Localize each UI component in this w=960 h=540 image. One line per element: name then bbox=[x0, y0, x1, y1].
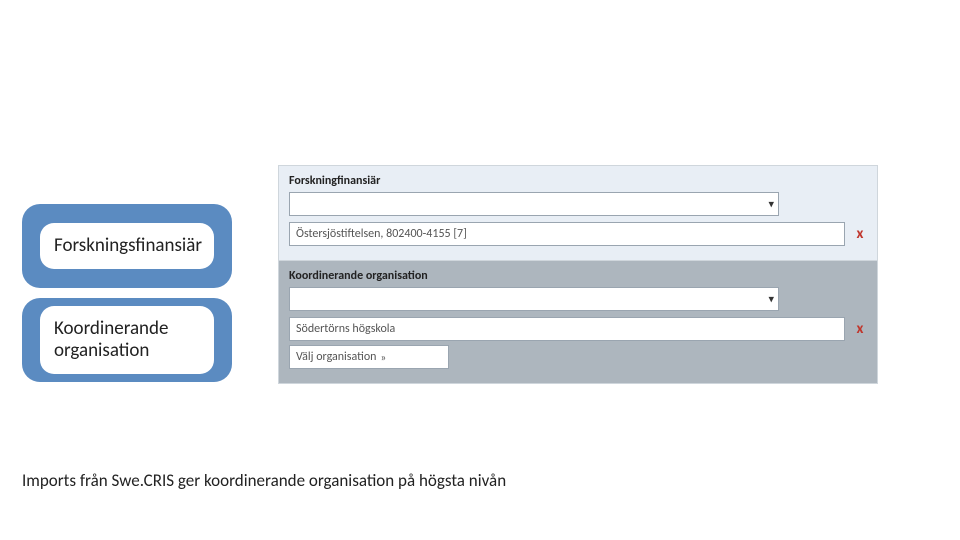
coord-panel-label: Koordinerande organisation bbox=[289, 269, 867, 283]
chevron-down-icon: ▾ bbox=[768, 198, 774, 211]
footer-note: Imports från Swe.CRIS ger koordinerande … bbox=[22, 470, 506, 491]
coord-panel: Koordinerande organisation ▾ Södertörns … bbox=[279, 261, 877, 383]
arrow-right-icon: » bbox=[380, 351, 386, 364]
callout-coord: Koordinerande organisation bbox=[22, 298, 232, 382]
coord-select[interactable]: ▾ bbox=[289, 287, 779, 311]
coord-entry-text: Södertörns högskola bbox=[296, 322, 395, 336]
funder-panel-label: Forskningfinansiär bbox=[289, 174, 867, 188]
funder-delete-button[interactable]: x bbox=[853, 225, 867, 243]
form-area: Forskningfinansiär ▾ Östersjöstiftelsen,… bbox=[278, 165, 878, 384]
coord-picker-row: Välj organisation » bbox=[289, 345, 867, 369]
funder-panel: Forskningfinansiär ▾ Östersjöstiftelsen,… bbox=[279, 166, 877, 261]
coord-entry-row: Södertörns högskola x bbox=[289, 317, 867, 341]
coord-entry[interactable]: Södertörns högskola bbox=[289, 317, 845, 341]
callout-funder: Forskningsfinansiär bbox=[22, 204, 232, 288]
funder-entry-text: Östersjöstiftelsen, 802400-4155 [7] bbox=[296, 227, 467, 241]
callout-coord-label: Koordinerande organisation bbox=[40, 306, 214, 374]
org-picker-label: Välj organisation bbox=[296, 350, 376, 364]
org-picker-button[interactable]: Välj organisation » bbox=[289, 345, 449, 369]
funder-entry[interactable]: Östersjöstiftelsen, 802400-4155 [7] bbox=[289, 222, 845, 246]
funder-entry-row: Östersjöstiftelsen, 802400-4155 [7] x bbox=[289, 222, 867, 246]
chevron-down-icon: ▾ bbox=[768, 293, 774, 306]
funder-select[interactable]: ▾ bbox=[289, 192, 779, 216]
callout-funder-label: Forskningsfinansiär bbox=[40, 223, 214, 269]
coord-delete-button[interactable]: x bbox=[853, 320, 867, 338]
